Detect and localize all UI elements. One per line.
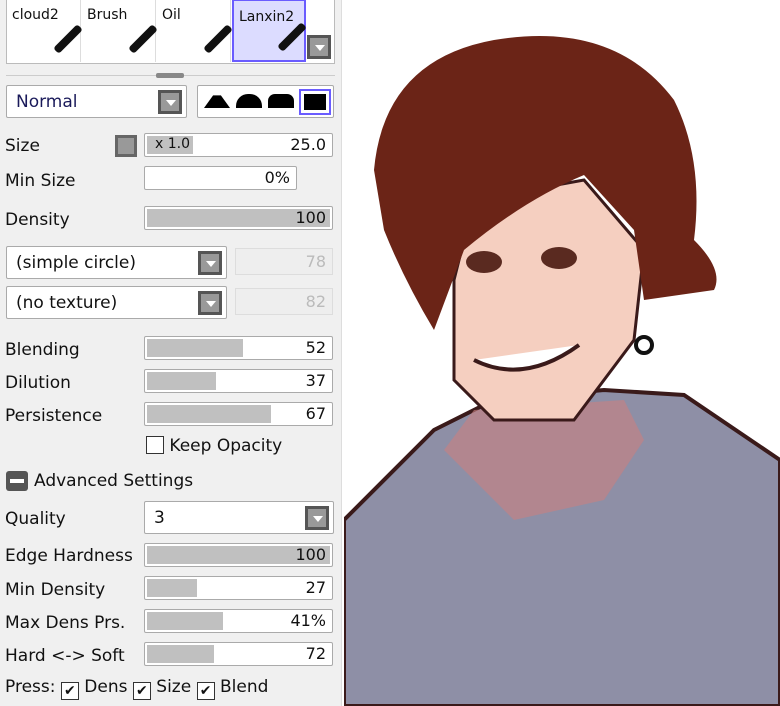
brush-shape-value: (simple circle) [16, 253, 136, 273]
shape-flat-round-button[interactable] [268, 94, 294, 108]
blending-value: 52 [305, 338, 326, 357]
brush-tool-panel: cloud2 Brush Oil Lanxin2 Normal Size x 1… [0, 0, 342, 706]
size-label: Size [5, 136, 40, 156]
min-density-value: 27 [305, 578, 326, 597]
press-size-checkbox[interactable]: ✔ Size [132, 677, 192, 700]
blend-mode-value: Normal [16, 92, 78, 112]
chevron-down-icon [307, 35, 331, 59]
size-multiplier: x 1.0 [155, 136, 190, 152]
press-dens-checkbox[interactable]: ✔ Dens [60, 677, 128, 700]
press-blend-checkbox[interactable]: ✔ Blend [196, 677, 269, 700]
pen-icon [203, 24, 233, 54]
edge-hardness-value: 100 [295, 545, 326, 564]
texture-strength-value: 82 [305, 292, 326, 311]
texture-select[interactable]: (no texture) [6, 286, 227, 319]
min-size-value: 0% [264, 168, 290, 187]
brush-name: Oil [162, 7, 181, 23]
quality-value: 3 [154, 508, 165, 528]
dilution-slider[interactable]: 37 [144, 369, 333, 393]
brush-tab-cloud2[interactable]: cloud2 [7, 0, 83, 62]
brush-name: Brush [87, 7, 128, 23]
density-value: 100 [295, 208, 326, 227]
brush-scroll-button[interactable] [307, 35, 331, 59]
dens-label: Dens [84, 677, 128, 697]
hard-soft-label: Hard <-> Soft [5, 646, 125, 666]
canvas-illustration [344, 36, 780, 706]
shape-strength-slider[interactable]: 78 [235, 248, 333, 275]
brush-tab-oil[interactable]: Oil [157, 0, 233, 62]
checkmark-icon: ✔ [132, 682, 151, 700]
pen-icon [277, 22, 307, 52]
min-size-slider[interactable]: 0% [144, 166, 297, 190]
max-dens-prs-slider[interactable]: 41% [144, 609, 333, 633]
chevron-down-icon [305, 506, 329, 530]
shape-round-button[interactable] [236, 94, 262, 108]
shape-sharp-button[interactable] [204, 95, 230, 108]
hard-soft-slider[interactable]: 72 [144, 642, 333, 666]
max-dens-prs-label: Max Dens Prs. [5, 613, 126, 633]
blend-label: Blend [220, 677, 269, 697]
texture-value: (no texture) [16, 293, 118, 313]
brush-name: cloud2 [12, 7, 59, 23]
min-size-label: Min Size [5, 171, 76, 191]
density-label: Density [5, 210, 70, 230]
blend-mode-select[interactable]: Normal [6, 85, 187, 118]
brush-tab-lanxin2[interactable]: Lanxin2 [232, 0, 307, 62]
pen-icon [128, 24, 158, 54]
brush-shape-selector [197, 85, 334, 118]
brush-name: Lanxin2 [239, 9, 295, 25]
chevron-down-icon [158, 90, 182, 114]
hard-soft-value: 72 [305, 644, 326, 663]
texture-strength-slider[interactable]: 82 [235, 288, 333, 315]
min-density-slider[interactable]: 27 [144, 576, 333, 600]
size-range-dropdown[interactable] [115, 135, 137, 157]
dilution-value: 37 [305, 371, 326, 390]
shape-square-button[interactable] [299, 89, 331, 115]
checkmark-icon: ✔ [196, 682, 215, 700]
collapse-icon[interactable] [6, 471, 28, 491]
blending-slider[interactable]: 52 [144, 336, 333, 360]
size-check-label: Size [156, 677, 192, 697]
max-dens-prs-value: 41% [290, 611, 326, 630]
resize-handle[interactable] [156, 73, 184, 78]
dilution-label: Dilution [5, 373, 71, 393]
keep-opacity-checkbox[interactable]: Keep Opacity [146, 436, 282, 456]
density-slider[interactable]: 100 [144, 206, 333, 230]
chevron-down-icon [198, 251, 222, 275]
checkmark-icon: ✔ [60, 682, 79, 700]
edge-hardness-slider[interactable]: 100 [144, 543, 333, 567]
persistence-value: 67 [305, 404, 326, 423]
chevron-down-icon [198, 291, 222, 315]
size-slider[interactable]: x 1.0 25.0 [144, 133, 333, 157]
persistence-slider[interactable]: 67 [144, 402, 333, 426]
quality-select[interactable]: 3 [144, 501, 334, 534]
min-density-label: Min Density [5, 580, 106, 600]
advanced-settings-label[interactable]: Advanced Settings [34, 471, 193, 491]
checkbox-icon [146, 436, 164, 454]
shape-strength-value: 78 [305, 252, 326, 271]
blending-label: Blending [5, 340, 80, 360]
pressure-options: Press: ✔ Dens ✔ Size ✔ Blend [5, 677, 268, 700]
brush-tab-brush[interactable]: Brush [82, 0, 158, 62]
pen-icon [53, 24, 83, 54]
quality-label: Quality [5, 509, 66, 529]
persistence-label: Persistence [5, 406, 103, 426]
size-value: 25.0 [290, 135, 326, 154]
keep-opacity-label: Keep Opacity [169, 436, 283, 456]
brush-tabs: cloud2 Brush Oil Lanxin2 [6, 0, 335, 64]
press-label: Press: [5, 677, 56, 697]
brush-shape-select[interactable]: (simple circle) [6, 246, 227, 279]
edge-hardness-label: Edge Hardness [5, 546, 133, 566]
